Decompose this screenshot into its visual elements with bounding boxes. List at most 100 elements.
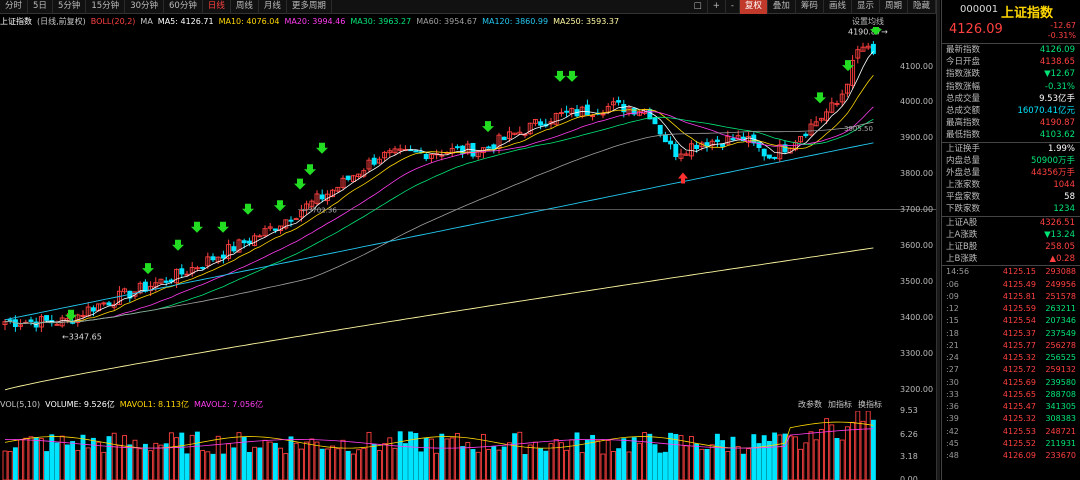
tick-volume: 263211 — [1045, 304, 1076, 314]
tick-row[interactable]: :48 4126.09 233670 — [942, 450, 1080, 462]
tick-price: 4125.32 — [1002, 353, 1036, 363]
volume-bar — [616, 448, 622, 480]
period-tab-6[interactable]: 日线 — [203, 0, 231, 14]
volume-bar — [678, 435, 684, 480]
volume-bar — [558, 442, 564, 480]
volume-bar — [2, 450, 8, 480]
change-params-button[interactable]: 改参数 — [798, 399, 822, 410]
period-tab-2[interactable]: 5分钟 — [53, 0, 87, 14]
tick-row[interactable]: :30 4125.69 239580 — [942, 377, 1080, 389]
high-label: 4190.87→ — [848, 27, 888, 36]
volume-bar — [335, 448, 341, 480]
panel-resize-handle[interactable] — [936, 0, 940, 480]
stat-row: 最新指数 4126.09 — [942, 44, 1080, 56]
ma-settings-button[interactable]: 设置均线 — [852, 16, 884, 27]
tick-row[interactable]: :06 4125.49 249956 — [942, 279, 1080, 291]
adjust-mode: (日线,前复权) — [37, 16, 86, 26]
tick-row[interactable]: :27 4125.72 259132 — [942, 364, 1080, 376]
stat-row: 外盘总量 44356万手 — [942, 167, 1080, 179]
tick-row[interactable]: :45 4125.52 211931 — [942, 438, 1080, 450]
volume-bar — [579, 452, 585, 480]
candle-body — [413, 150, 419, 153]
tool-button-3[interactable]: 复权 — [739, 0, 768, 14]
volume-bar — [668, 432, 674, 480]
candle-body — [720, 143, 726, 147]
tick-volume: 293088 — [1045, 267, 1076, 277]
candle-body — [454, 146, 460, 149]
tick-row[interactable]: :09 4125.81 251578 — [942, 291, 1080, 303]
volume-bar — [813, 439, 819, 480]
period-tab-3[interactable]: 15分钟 — [86, 0, 126, 14]
tool-button-7[interactable]: 显示 — [852, 0, 880, 14]
period-tab-5[interactable]: 60分钟 — [164, 0, 203, 14]
candle-body — [288, 219, 294, 222]
tick-volume: 256278 — [1045, 340, 1076, 350]
tick-row[interactable]: :18 4125.37 237549 — [942, 328, 1080, 340]
tick-price: 4125.53 — [1002, 426, 1036, 436]
volume-bar — [319, 448, 325, 480]
tick-row[interactable]: :36 4125.47 341305 — [942, 401, 1080, 413]
volume-bar — [382, 443, 388, 480]
tool-button-5[interactable]: 筹码 — [796, 0, 824, 14]
buy-signal-arrow-icon — [65, 309, 77, 321]
tick-row[interactable]: :42 4125.53 248721 — [942, 426, 1080, 438]
period-tab-0[interactable]: 分时 — [0, 0, 29, 14]
volume-info-bar: VOL(5,10) VOLUME: 9.526亿 MAVOL1: 8.113亿 … — [0, 399, 936, 410]
tool-button-6[interactable]: 画线 — [824, 0, 852, 14]
volume-chart[interactable] — [0, 411, 936, 480]
candle-body — [246, 240, 252, 244]
switch-indicator-button[interactable]: 换指标 — [858, 399, 882, 410]
period-tab-4[interactable]: 30分钟 — [125, 0, 165, 14]
volume-bar — [28, 436, 34, 480]
period-tab-9[interactable]: 更多周期 — [287, 0, 332, 14]
tool-button-1[interactable]: + — [708, 0, 726, 14]
tool-button-8[interactable]: 周期 — [880, 0, 908, 14]
ma5-value: MA5: 4126.71 — [157, 16, 214, 26]
tick-row[interactable]: :21 4125.77 256278 — [942, 340, 1080, 352]
tick-price: 4125.49 — [1002, 279, 1036, 289]
volume-bar — [740, 453, 746, 480]
boll-label[interactable]: BOLL(20,2) — [91, 17, 136, 26]
volume-bar — [454, 432, 460, 480]
volume-bar — [564, 449, 570, 480]
tool-button-9[interactable]: 隐藏 — [908, 0, 936, 14]
tick-row[interactable]: :24 4125.32 256525 — [942, 352, 1080, 364]
tick-row[interactable]: :39 4125.32 308383 — [942, 413, 1080, 425]
tick-price: 4125.47 — [1002, 402, 1036, 412]
tick-time: :39 — [946, 414, 959, 424]
tick-list[interactable]: 14:56 4125.15 293088:06 4125.49 249956:09 412… — [942, 266, 1080, 462]
volume-bar — [761, 435, 767, 480]
volume-bar — [179, 432, 185, 480]
period-tab-8[interactable]: 月线 — [259, 0, 287, 14]
stat-value: 9.53亿手 — [1039, 93, 1075, 104]
period-tab-1[interactable]: 5日 — [28, 0, 53, 14]
candle-body — [662, 134, 668, 143]
candle-body — [241, 240, 247, 244]
add-indicator-button[interactable]: 加指标 — [828, 399, 852, 410]
stat-value: 4126.09 — [1039, 45, 1075, 55]
period-tab-7[interactable]: 周线 — [231, 0, 259, 14]
quote-index-name: 上证指数 — [1001, 6, 1054, 21]
tick-time: :18 — [946, 328, 959, 338]
stat-label: 上涨家数 — [946, 180, 981, 191]
candlestick-chart[interactable]: ←3702.36 4190.87→ ←3347.65 3905.50 — [0, 27, 936, 397]
stat-label: 下跌家数 — [946, 204, 981, 215]
price-tick: 3900.00 — [900, 133, 934, 143]
tool-button-0[interactable]: □ — [689, 0, 708, 14]
volume-bar — [548, 443, 554, 480]
volume-bar — [18, 439, 24, 480]
stat-row: 指数涨幅 -0.31% — [942, 81, 1080, 93]
volume-bar — [298, 448, 304, 480]
tick-row[interactable]: :12 4125.59 263211 — [942, 303, 1080, 315]
stat-row: 内盘总量 50900万手 — [942, 155, 1080, 167]
tick-row[interactable]: :33 4125.65 288708 — [942, 389, 1080, 401]
volume-bar — [330, 445, 336, 480]
tool-button-4[interactable]: 叠加 — [768, 0, 796, 14]
tick-row[interactable]: :15 4125.54 207346 — [942, 315, 1080, 327]
tick-row[interactable]: 14:56 4125.15 293088 — [942, 266, 1080, 278]
tool-button-2[interactable]: - — [726, 0, 740, 14]
volume-bar — [486, 449, 492, 480]
volume-bar — [64, 444, 70, 480]
volume-bar — [75, 449, 81, 480]
stat-value: 4190.87 — [1039, 118, 1075, 129]
